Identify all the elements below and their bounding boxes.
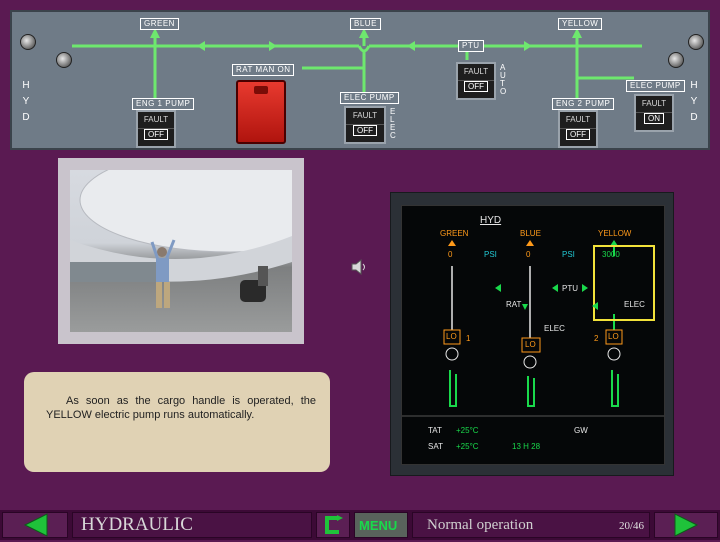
- eng2-pump-label: ENG 2 PUMP: [552, 98, 615, 110]
- ptu-label: PTU: [458, 40, 484, 52]
- cargo-handle-photo: [58, 158, 304, 344]
- ecam-tat-value: +25°C: [456, 426, 479, 435]
- ecam-psi-label-right: PSI: [562, 250, 575, 259]
- ecam-time: 13 H 28: [512, 442, 541, 451]
- ptu-fault-light: FAULT: [458, 64, 494, 81]
- green-system-label: GREEN: [140, 18, 179, 30]
- eng2-pump-fault-light: FAULT: [560, 112, 596, 129]
- rat-man-on-label: RAT MAN ON: [232, 64, 295, 76]
- eng1-pump-switch[interactable]: FAULT OFF: [136, 110, 176, 148]
- hyd-side-label-right: H Y D: [690, 80, 698, 123]
- blue-elec-pump-off-light: OFF: [353, 125, 377, 136]
- yellow-elec-pump-switch[interactable]: FAULT ON: [634, 94, 674, 132]
- ecam-engine-1: 1: [466, 334, 471, 343]
- ecam-blue-pressure: 0: [526, 250, 531, 259]
- yellow-system-label: YELLOW: [558, 18, 603, 30]
- ecam-sat-label: SAT: [428, 442, 443, 451]
- ecam-ptu-label: PTU: [562, 284, 578, 293]
- return-icon: [325, 515, 343, 534]
- blue-system-label: BLUE: [350, 18, 381, 30]
- elec-vertical-label: E L E C: [390, 107, 397, 140]
- blue-elec-pump-switch[interactable]: FAULT OFF: [344, 106, 386, 144]
- eng1-pump-fault-light: FAULT: [138, 112, 174, 129]
- ptu-off-light: OFF: [464, 81, 488, 92]
- panel-screw: [668, 52, 684, 68]
- ecam-green-pressure: 0: [448, 250, 453, 259]
- ecam-gw-label: GW: [574, 426, 588, 435]
- blue-elec-pump-fault-light: FAULT: [346, 108, 384, 125]
- menu-button[interactable]: MENU: [354, 512, 408, 538]
- section-title-box: HYDRAULIC: [72, 512, 312, 538]
- ptu-switch[interactable]: FAULT OFF: [456, 62, 496, 100]
- yellow-elec-pump-on-light: ON: [644, 113, 664, 124]
- ecam-elec-yellow-label: ELEC: [624, 300, 645, 309]
- panel-screw: [20, 34, 36, 50]
- previous-button[interactable]: [2, 512, 68, 538]
- hydraulic-overhead-panel: H Y D H Y D GREEN BLUE YELLOW RAT MAN ON…: [10, 10, 710, 150]
- ecam-yellow-pressure: 3000: [602, 250, 620, 259]
- section-title: HYDRAULIC: [81, 514, 193, 535]
- eng2-pump-switch[interactable]: FAULT OFF: [558, 110, 598, 148]
- ecam-rat-label: RAT: [506, 300, 522, 309]
- panel-screw: [688, 34, 704, 50]
- eng1-pump-off-light: OFF: [144, 129, 168, 140]
- ecam-elec-blue-label: ELEC: [544, 324, 565, 333]
- navigation-bar: HYDRAULIC MENU Normal operation 20/46: [0, 510, 720, 540]
- return-button[interactable]: [316, 512, 350, 538]
- next-button[interactable]: [654, 512, 718, 538]
- ecam-hyd-page: HYD GREEN BLUE YELLOW 0 0 3000 PSI PSI P…: [401, 205, 665, 465]
- status-box: Normal operation 20/46: [412, 512, 650, 538]
- previous-arrow-icon: [23, 513, 48, 537]
- blue-elec-pump-label: ELEC PUMP: [340, 92, 399, 104]
- ecam-sat-value: +25°C: [456, 442, 479, 451]
- hyd-side-label-left: H Y D: [22, 80, 30, 123]
- explanation-note: As soon as the cargo handle is operated,…: [24, 372, 330, 472]
- menu-label: MENU: [359, 518, 398, 533]
- explanation-text: As soon as the cargo handle is operated,…: [46, 395, 316, 421]
- eng1-pump-label: ENG 1 PUMP: [132, 98, 195, 110]
- ecam-engine-2: 2: [594, 334, 599, 343]
- ecam-green-lo: LO: [446, 332, 457, 341]
- speaker-icon[interactable]: [350, 258, 368, 276]
- rat-man-on-guarded-button[interactable]: [236, 80, 286, 144]
- panel-screw: [56, 52, 72, 68]
- ptu-auto-label: A U T O: [500, 63, 507, 96]
- next-arrow-icon: [674, 513, 699, 537]
- ecam-psi-label-left: PSI: [484, 250, 497, 259]
- aircraft-photo-illustration: [70, 170, 292, 308]
- ecam-blue-lo: LO: [525, 340, 536, 349]
- yellow-elec-pump-fault-light: FAULT: [636, 96, 672, 113]
- ecam-display-frame: HYD GREEN BLUE YELLOW 0 0 3000 PSI PSI P…: [390, 192, 674, 476]
- page-counter: 20/46: [619, 520, 645, 532]
- eng2-pump-off-light: OFF: [566, 129, 590, 140]
- status-text: Normal operation: [427, 517, 534, 533]
- ecam-tat-label: TAT: [428, 426, 442, 435]
- ecam-yellow-lo: LO: [608, 332, 619, 341]
- yellow-elec-pump-label: ELEC PUMP: [626, 80, 685, 92]
